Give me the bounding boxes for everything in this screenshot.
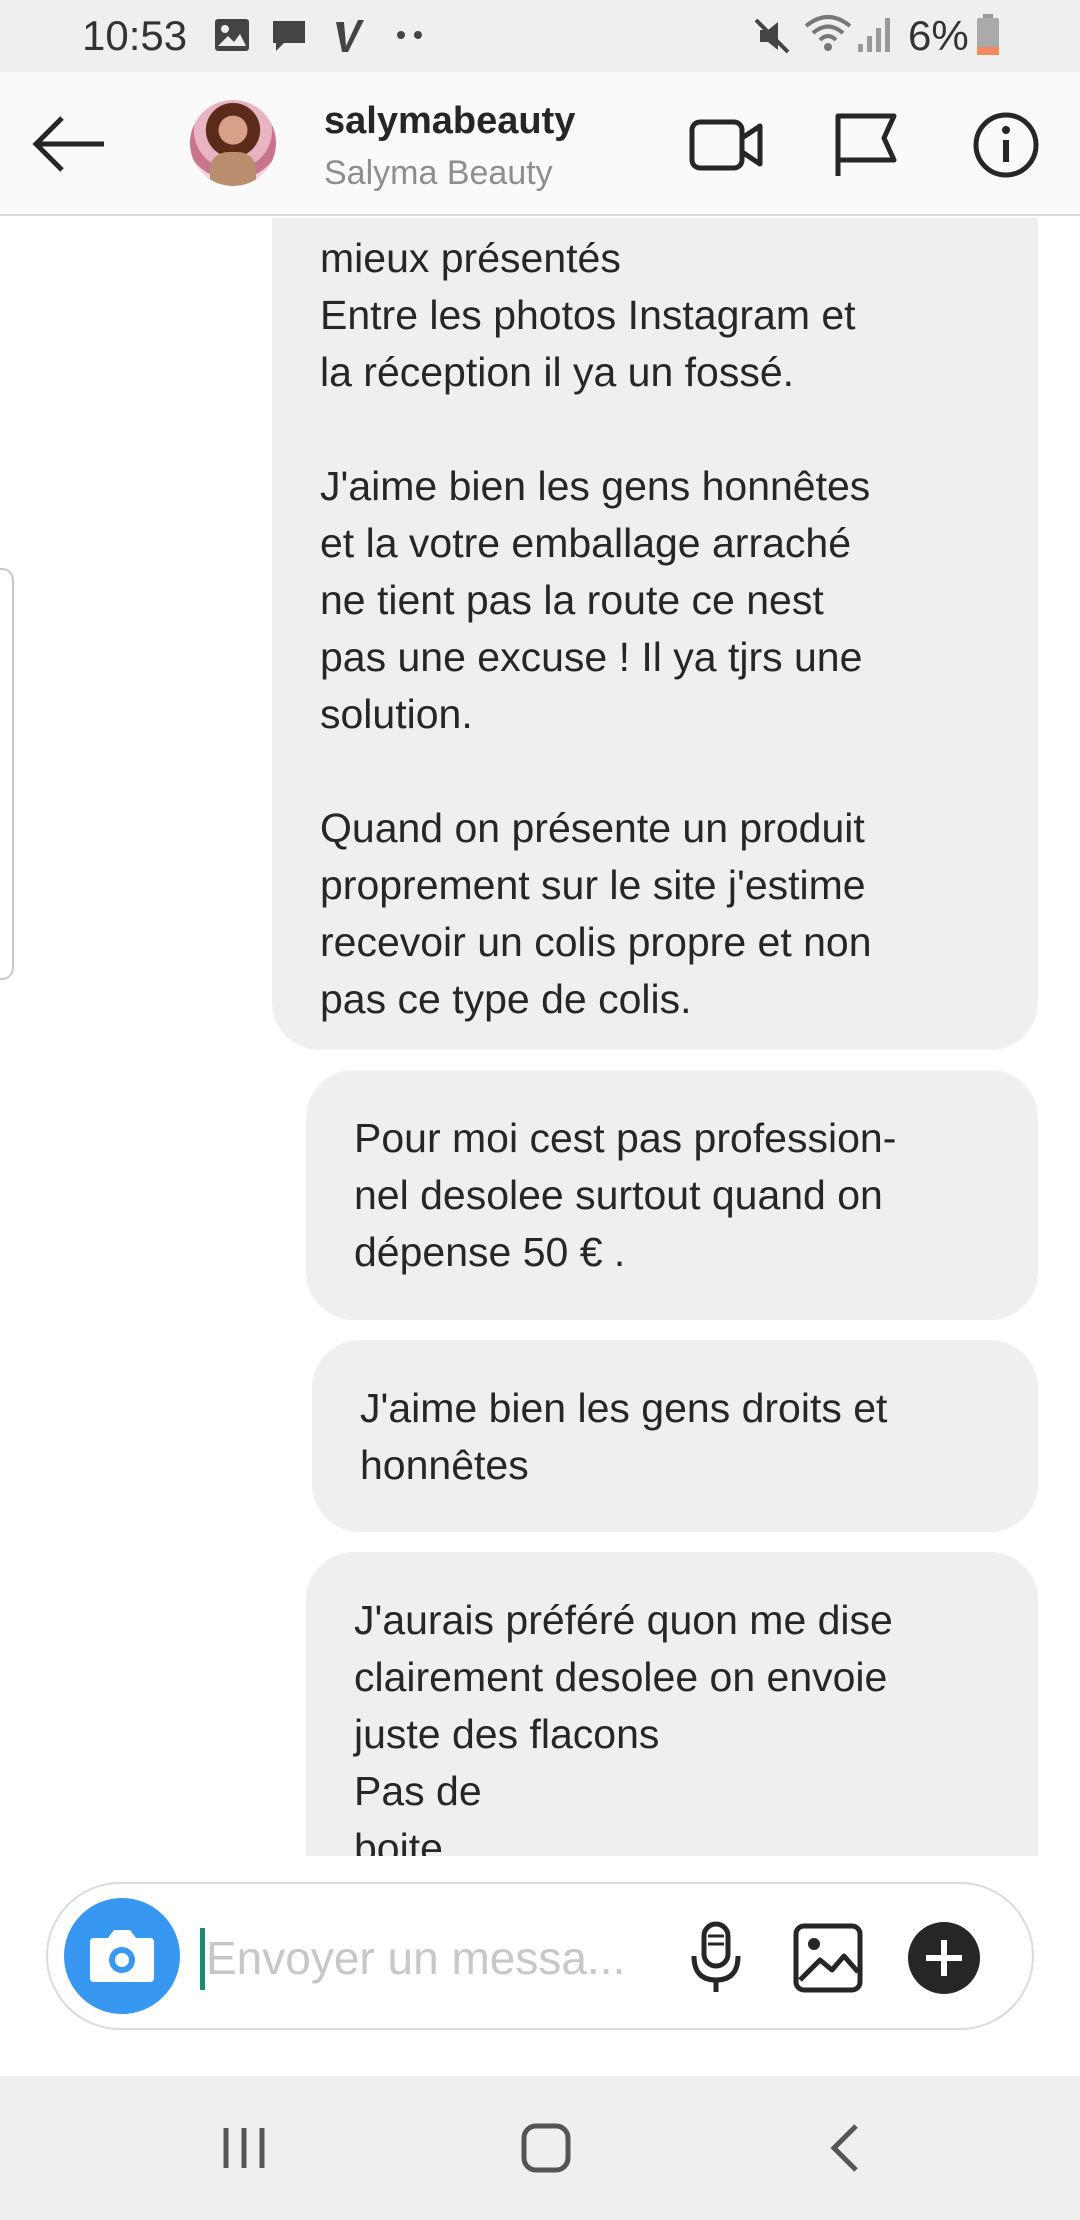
message-input[interactable] <box>206 1924 676 1992</box>
message-bubble[interactable]: mieux présentés Entre les photos Instagr… <box>272 218 1038 1050</box>
message-thread[interactable]: mieux présentés Entre les photos Instagr… <box>0 218 1080 1856</box>
more-dots-icon <box>397 31 422 39</box>
mute-icon <box>754 18 790 54</box>
microphone-icon[interactable] <box>678 1920 754 1996</box>
message-bubble[interactable]: Pour moi cest pas profession- nel desole… <box>306 1070 1038 1320</box>
wifi-icon <box>804 15 852 51</box>
system-nav-bar <box>0 2076 1080 2220</box>
signal-icon <box>858 18 890 52</box>
camera-icon <box>90 1930 154 1982</box>
plus-icon[interactable] <box>906 1920 982 1996</box>
info-icon[interactable] <box>968 110 1044 180</box>
battery-percent: 6% <box>908 12 969 59</box>
gallery-icon[interactable] <box>790 1920 866 1996</box>
camera-button[interactable] <box>64 1898 180 2014</box>
back-icon[interactable] <box>808 2112 888 2184</box>
status-time: 10:53 <box>82 12 188 59</box>
message-text: J'aime bien les gens droits et honnêtes <box>360 1385 888 1488</box>
message-composer <box>46 1882 1034 2030</box>
avatar[interactable] <box>190 100 276 186</box>
message-bubble[interactable]: J'aime bien les gens droits et honnêtes <box>312 1340 1038 1532</box>
chat-icon <box>273 21 305 51</box>
message-text: Pour moi cest pas profession- nel desole… <box>354 1115 897 1275</box>
flag-icon[interactable] <box>828 110 904 180</box>
message-bubble[interactable]: J'aurais préféré quon me dise clairement… <box>306 1552 1038 1856</box>
text-caret <box>200 1928 205 1990</box>
chat-header: salymabeauty Salyma Beauty <box>0 72 1080 216</box>
battery-icon <box>977 14 999 55</box>
scroll-handle[interactable] <box>0 568 14 980</box>
username[interactable]: salymabeauty <box>324 100 575 143</box>
image-icon <box>215 19 249 51</box>
recent-apps-icon[interactable] <box>204 2112 284 2184</box>
message-text: J'aurais préféré quon me dise clairement… <box>354 1597 893 1856</box>
full-name: Salyma Beauty <box>324 154 553 192</box>
vimeo-icon <box>336 20 364 52</box>
status-bar: 10:53 6% <box>0 0 1080 72</box>
back-arrow-icon[interactable] <box>30 108 110 180</box>
video-call-icon[interactable] <box>688 110 764 180</box>
message-text: mieux présentés Entre les photos Instagr… <box>320 235 872 1022</box>
home-icon[interactable] <box>506 2112 586 2184</box>
